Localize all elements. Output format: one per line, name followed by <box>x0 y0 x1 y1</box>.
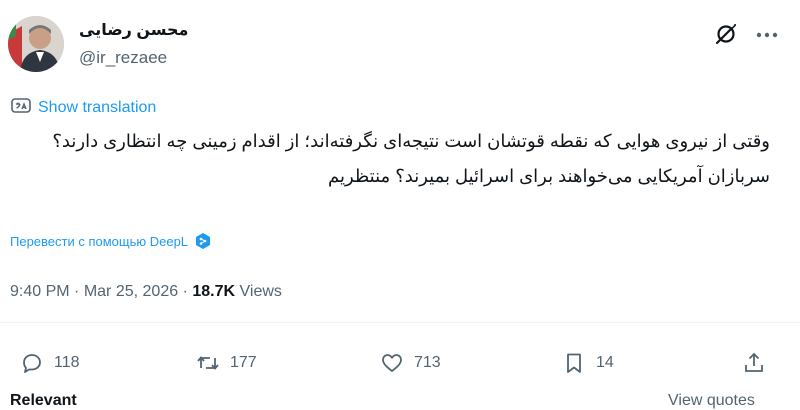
repost-icon <box>197 356 219 370</box>
author-display-name[interactable]: محسن رضایی <box>79 20 188 40</box>
divider <box>0 322 800 323</box>
heart-icon <box>382 354 402 372</box>
deepl-logo-icon <box>194 232 212 250</box>
more-horizontal-icon[interactable] <box>754 24 780 46</box>
reply-button[interactable]: 118 <box>20 350 80 376</box>
share-icon <box>745 352 763 372</box>
reply-icon <box>23 354 41 373</box>
reply-count: 118 <box>54 354 80 371</box>
bookmark-icon <box>567 353 581 373</box>
tweet-paragraph: سربازان آمریکایی می‌خواهند برای اسرائیل … <box>328 166 770 186</box>
show-translation-row[interactable]: Show translation <box>10 97 156 119</box>
deepl-translate-link[interactable]: Перевести с помощью DeepL <box>10 234 188 249</box>
bookmark-count: 14 <box>596 354 614 371</box>
author-handle[interactable]: @ir_rezaee <box>79 48 167 68</box>
tweet-paragraph: وقتی از نیروی هوایی که نقطه قوتشان است ن… <box>52 131 770 151</box>
tweet-text: وقتی از نیروی هوایی که نقطه قوتشان است ن… <box>10 127 770 191</box>
tweet-time[interactable]: 9:40 PM <box>10 283 70 300</box>
share-button[interactable] <box>742 350 766 376</box>
deepl-translate-row[interactable]: Перевести с помощью DeepL <box>10 230 212 252</box>
meta-separator: · <box>74 283 84 300</box>
bookmark-button[interactable]: 14 <box>562 350 614 376</box>
meta-separator: · <box>182 283 193 300</box>
view-quotes-link[interactable]: View quotes <box>668 392 755 410</box>
like-button[interactable]: 713 <box>380 350 441 376</box>
show-translation-link[interactable]: Show translation <box>38 99 156 117</box>
tweet-meta: 9:40 PM · Mar 25, 2026 · 18.7K Views <box>10 283 282 301</box>
views-count: 18.7K <box>192 283 236 300</box>
replies-sort-label[interactable]: Relevant <box>10 392 77 410</box>
translate-icon <box>10 95 32 122</box>
tweet-date[interactable]: Mar 25, 2026 <box>84 283 178 300</box>
grok-icon[interactable] <box>714 22 738 46</box>
avatar[interactable] <box>8 16 64 72</box>
repost-button[interactable]: 177 <box>196 350 257 376</box>
repost-count: 177 <box>230 354 257 371</box>
views-label: Views <box>239 283 282 300</box>
like-count: 713 <box>414 354 441 371</box>
